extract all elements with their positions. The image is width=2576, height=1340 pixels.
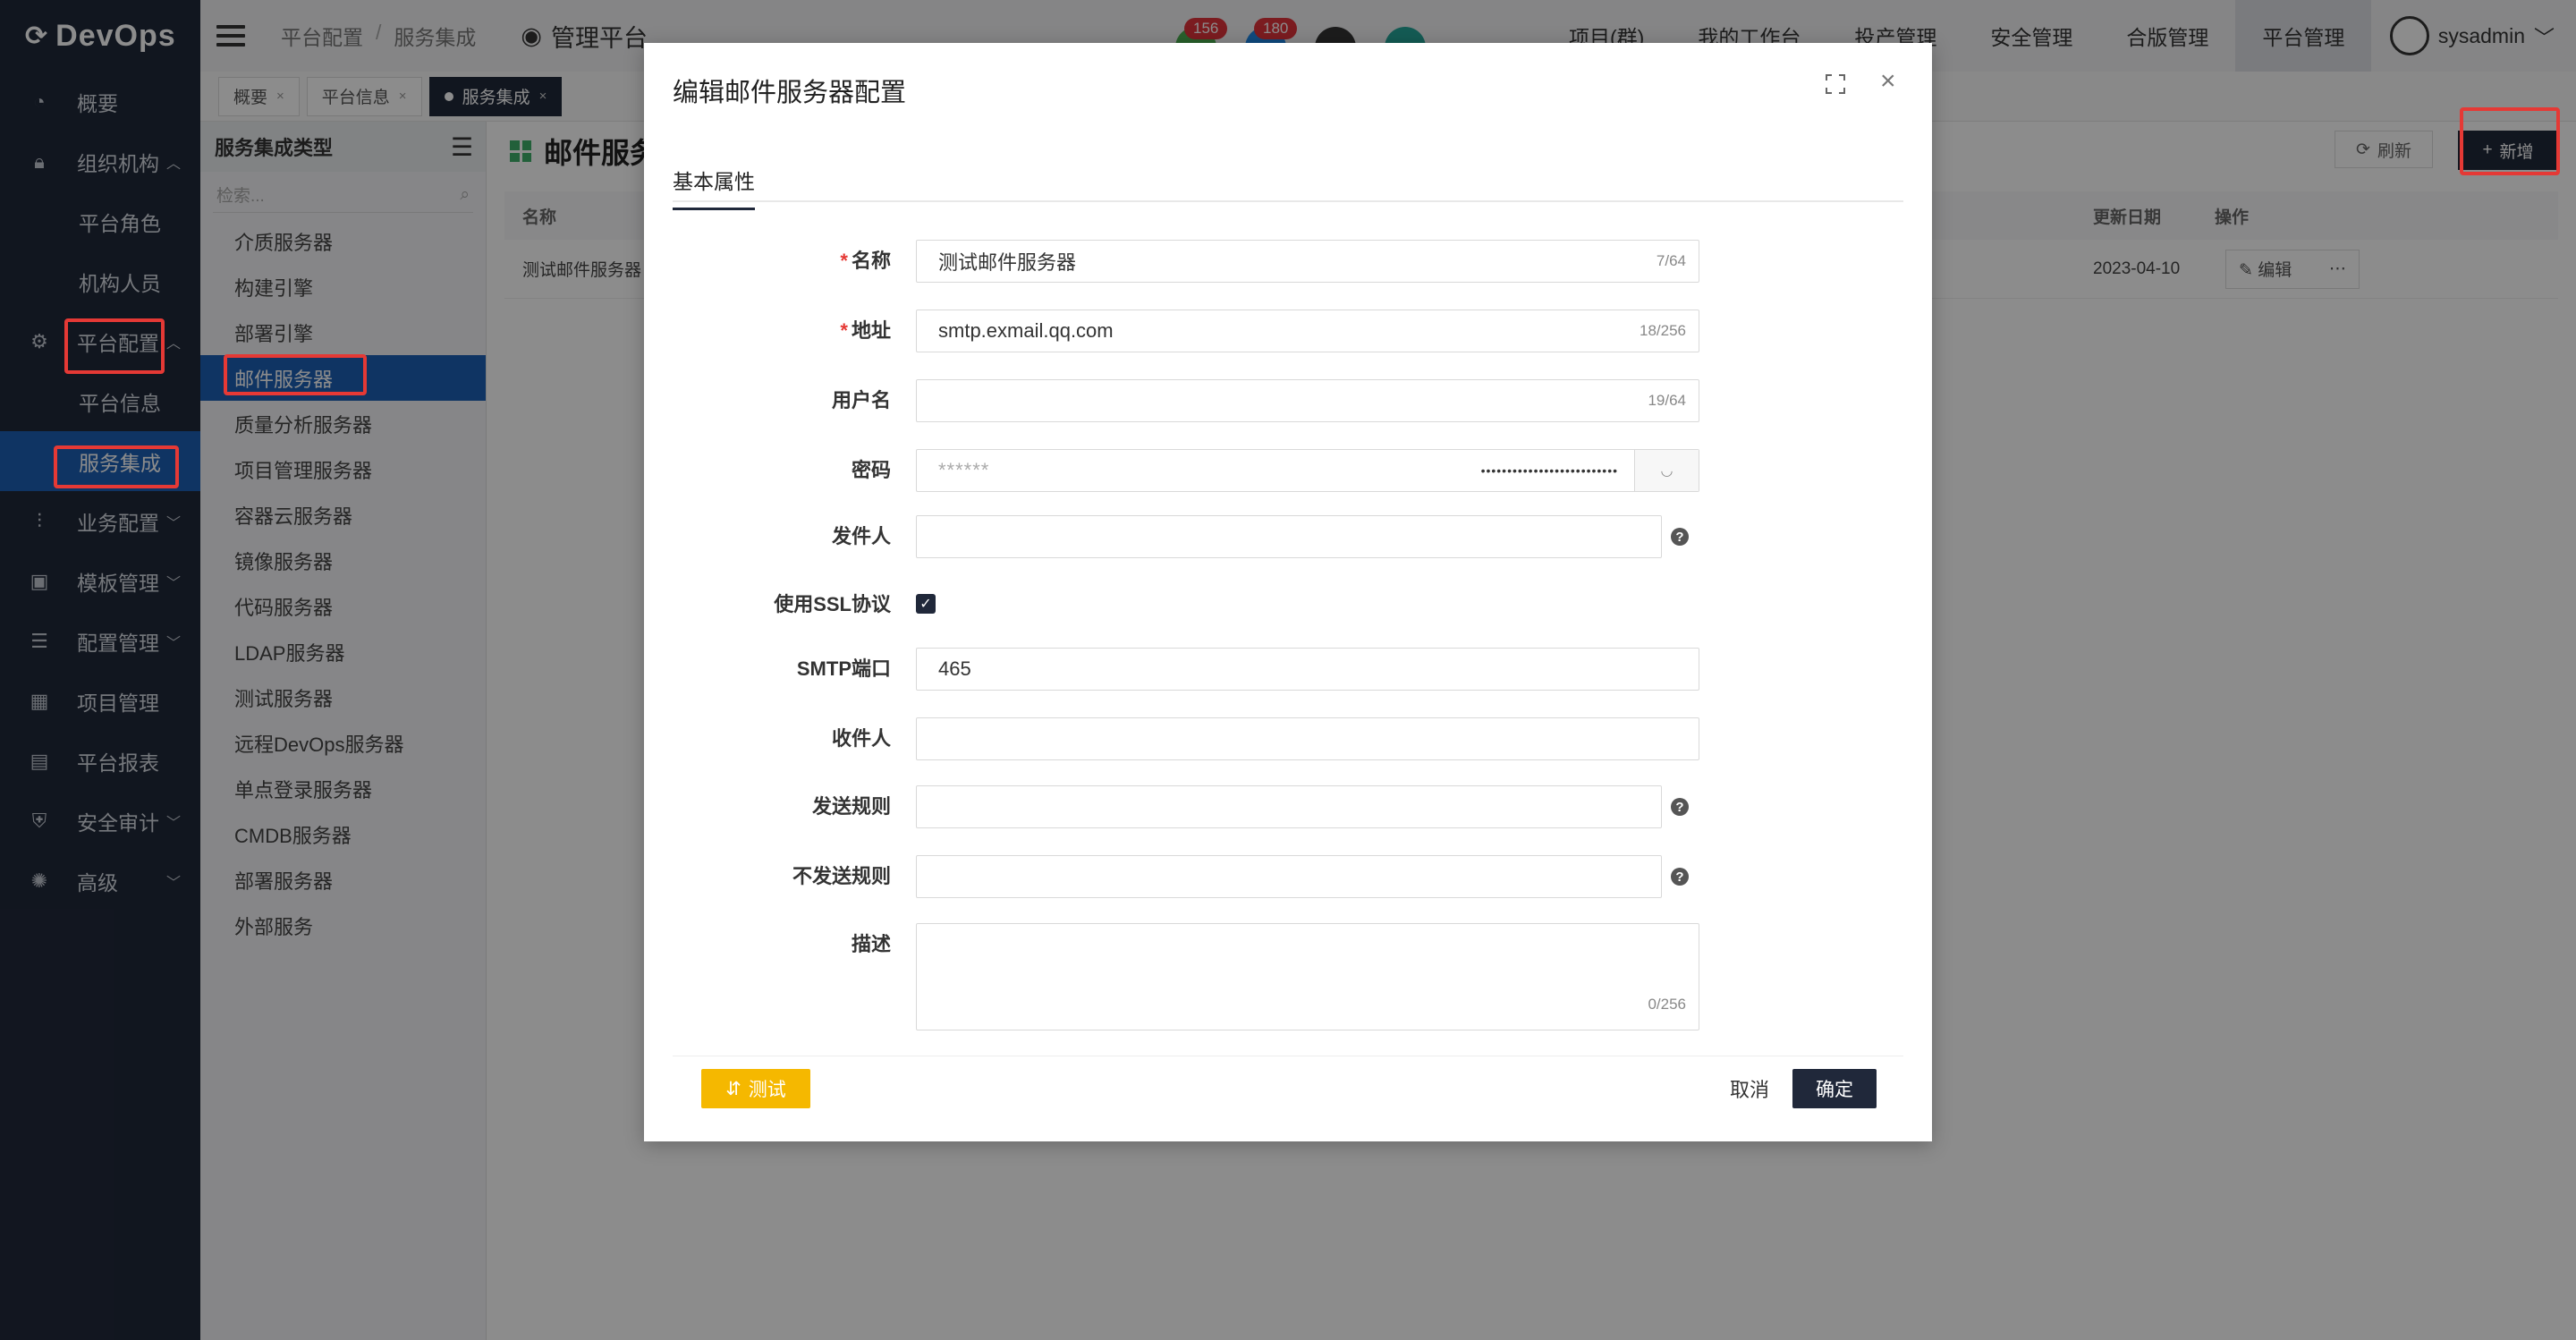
password-input[interactable]: ****** •••••••••••••••••••••••••• ◡: [916, 449, 1699, 492]
eye-toggle-icon[interactable]: ◡: [1634, 450, 1699, 491]
no-send-rule-input[interactable]: [916, 855, 1662, 898]
field-label: 密码: [851, 459, 891, 481]
test-button[interactable]: ⇵ 测试: [701, 1069, 810, 1108]
confirm-button[interactable]: 确定: [1792, 1069, 1877, 1108]
help-icon[interactable]: ?: [1671, 798, 1689, 816]
smtp-port-input[interactable]: 465: [916, 648, 1699, 691]
char-counter: 18/256: [1640, 322, 1686, 339]
password-value: ••••••••••••••••••••••••••: [1480, 463, 1618, 478]
form-row-no-send-rule: 不发送规则 ?: [644, 855, 1932, 898]
maximize-icon[interactable]: [1825, 73, 1846, 95]
close-icon[interactable]: ×: [1880, 66, 1896, 97]
help-icon[interactable]: ?: [1671, 868, 1689, 886]
required-mark: *: [840, 319, 848, 342]
test-label: 测试: [748, 1080, 786, 1100]
char-counter: 0/256: [1648, 996, 1686, 1013]
description-textarea[interactable]: 0/256: [916, 923, 1699, 1030]
ssl-checkbox[interactable]: ✓: [916, 594, 936, 614]
name-value: 测试邮件服务器: [938, 251, 1077, 274]
form-row-port: SMTP端口 465: [644, 648, 1932, 691]
field-label: 使用SSL协议: [774, 593, 891, 615]
help-icon[interactable]: ?: [1671, 528, 1689, 546]
name-input[interactable]: 测试邮件服务器 7/64: [916, 240, 1699, 283]
field-label-text: 名称: [851, 250, 891, 272]
field-label: * 名称: [840, 240, 891, 283]
send-rule-input[interactable]: [916, 785, 1662, 828]
field-label: * 地址: [840, 310, 891, 352]
form-row-password: 密码 ****** •••••••••••••••••••••••••• ◡: [644, 449, 1932, 492]
field-label: 不发送规则: [792, 865, 891, 887]
field-label: 发件人: [831, 525, 891, 547]
highlight-box-platform-config: [64, 318, 165, 374]
sender-input[interactable]: [916, 515, 1662, 558]
form-row-send-rule: 发送规则 ?: [644, 785, 1932, 828]
form-row-username: 用户名 19/64: [644, 379, 1932, 422]
required-mark: *: [840, 250, 848, 272]
form-row-name: * 名称 测试邮件服务器 7/64: [644, 240, 1932, 283]
char-counter: 19/64: [1648, 392, 1686, 409]
dialog-tabs: 基本属性: [673, 165, 1903, 210]
form-row-description: 描述 0/256: [644, 923, 1932, 1030]
highlight-box-add: [2460, 107, 2560, 175]
tab-basic-properties[interactable]: 基本属性: [673, 165, 755, 210]
dialog-title: 编辑邮件服务器配置: [673, 79, 907, 107]
form-row-recipient: 收件人: [644, 717, 1932, 760]
field-label: 收件人: [831, 727, 891, 750]
field-label: 发送规则: [811, 795, 891, 818]
cancel-button[interactable]: 取消: [1723, 1069, 1776, 1108]
password-placeholder: ******: [938, 459, 990, 481]
field-label-text: 地址: [851, 319, 891, 342]
recipient-input[interactable]: [916, 717, 1699, 760]
edit-mail-server-dialog: 编辑邮件服务器配置 × 基本属性 * 名称 测试邮件服务器 7/64 * 地址 sm…: [644, 43, 1932, 1141]
username-input[interactable]: 19/64: [916, 379, 1699, 422]
dialog-footer: ⇵ 测试 取消 确定: [673, 1056, 1903, 1141]
highlight-box-service-integration: [54, 445, 179, 488]
form-row-address: * 地址 smtp.exmail.qq.com 18/256: [644, 310, 1932, 352]
field-label: SMTP端口: [796, 657, 891, 680]
address-value: smtp.exmail.qq.com: [938, 319, 1114, 342]
address-input[interactable]: smtp.exmail.qq.com 18/256: [916, 310, 1699, 352]
highlight-box-mail-server: [224, 354, 367, 395]
smtp-port-value: 465: [938, 657, 971, 680]
field-label: 描述: [851, 933, 891, 955]
test-icon: ⇵: [725, 1078, 741, 1099]
form-row-sender: 发件人 ?: [644, 515, 1932, 558]
char-counter: 7/64: [1656, 252, 1686, 269]
form-row-ssl: 使用SSL协议 ✓: [644, 583, 1932, 626]
field-label: 用户名: [831, 389, 891, 411]
